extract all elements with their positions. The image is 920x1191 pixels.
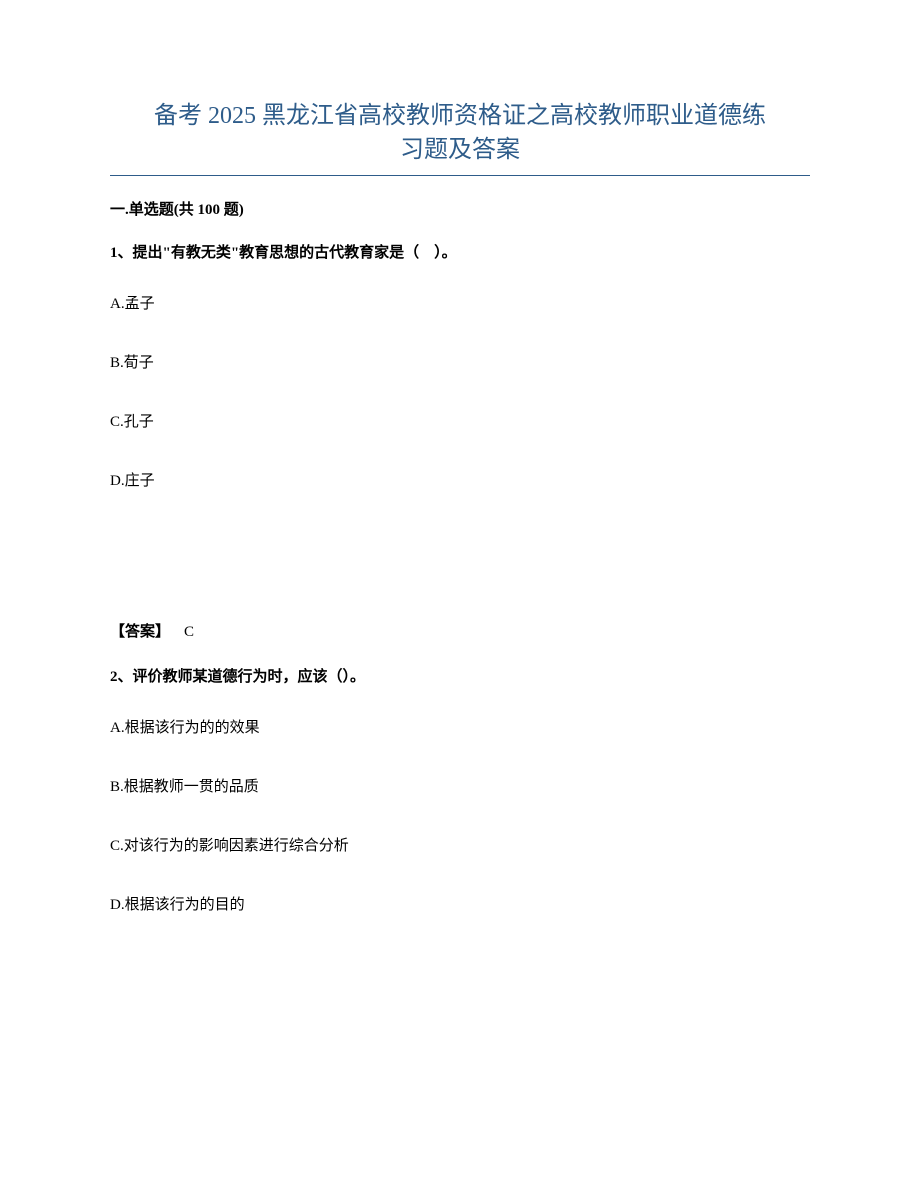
question-2-option-c: C.对该行为的影响因素进行综合分析	[110, 834, 810, 855]
question-2-option-d: D.根据该行为的目的	[110, 893, 810, 914]
question-2-body: 评价教师某道德行为时，应该（）。	[133, 669, 366, 685]
question-1-number: 1、	[110, 245, 133, 261]
question-2-option-b: B.根据教师一贯的品质	[110, 775, 810, 796]
question-2: 2、评价教师某道德行为时，应该（）。 A.根据该行为的的效果 B.根据教师一贯的…	[110, 665, 810, 914]
question-2-option-a: A.根据该行为的的效果	[110, 716, 810, 737]
question-1: 1、提出"有教无类"教育思想的古代教育家是（ ）。 A.孟子 B.荀子 C.孔子…	[110, 241, 810, 641]
title-line-2: 习题及答案	[110, 134, 810, 168]
document-title: 备考 2025 黑龙江省高校教师资格证之高校教师职业道德练 习题及答案	[110, 100, 810, 167]
question-2-number: 2、	[110, 669, 133, 685]
question-1-answer-block: 【答案】 C	[110, 620, 810, 641]
title-divider	[110, 175, 810, 176]
question-1-option-d: D.庄子	[110, 469, 810, 490]
question-1-text: 1、提出"有教无类"教育思想的古代教育家是（ ）。	[110, 241, 810, 262]
question-2-text: 2、评价教师某道德行为时，应该（）。	[110, 665, 810, 686]
question-1-option-b: B.荀子	[110, 351, 810, 372]
question-1-body: 提出"有教无类"教育思想的古代教育家是（ ）。	[133, 245, 457, 261]
answer-value: C	[184, 624, 194, 640]
title-line-1: 备考 2025 黑龙江省高校教师资格证之高校教师职业道德练	[110, 100, 810, 134]
question-1-option-a: A.孟子	[110, 292, 810, 313]
answer-label: 【答案】	[110, 624, 170, 640]
section-header: 一.单选题(共 100 题)	[110, 198, 810, 219]
question-1-option-c: C.孔子	[110, 410, 810, 431]
